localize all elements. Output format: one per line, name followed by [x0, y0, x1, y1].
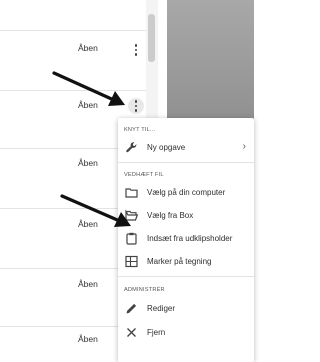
choose-box-menu-item[interactable]: Vælg fra Box [118, 206, 254, 226]
pencil-icon [125, 302, 138, 315]
status-text: Åben [78, 279, 98, 289]
paste-clipboard-label: Indsæt fra udklipsholder [147, 234, 233, 243]
status-text: Åben [78, 334, 98, 344]
row-divider [0, 90, 146, 91]
chevron-right-icon: › [242, 141, 246, 152]
close-icon [125, 326, 138, 339]
new-task-label: Ny opgave [147, 143, 186, 152]
list-row[interactable]: Åben [0, 90, 146, 114]
new-task-menu-item[interactable]: Ny opgave › [118, 138, 254, 158]
list-row[interactable]: Åben [0, 30, 146, 56]
scrollbar-thumb[interactable] [148, 14, 155, 62]
edit-menu-item[interactable]: Rediger [118, 299, 254, 319]
mark-drawing-menu-item[interactable]: Marker på tegning [118, 252, 254, 272]
folder-icon [125, 186, 138, 199]
edit-label: Rediger [147, 304, 176, 313]
section-label-attach: VEDHÆFT FIL [124, 172, 164, 178]
row-menu-button-active[interactable] [128, 98, 144, 114]
open-folder-icon [125, 209, 138, 222]
section-label-admin: ADMINISTRÉR [124, 287, 165, 293]
status-text: Åben [78, 158, 98, 168]
choose-box-label: Vælg fra Box [147, 211, 194, 220]
menu-divider [118, 162, 254, 163]
paste-clipboard-menu-item[interactable]: Indsæt fra udklipsholder [118, 229, 254, 249]
status-text: Åben [78, 43, 98, 53]
status-text: Åben [78, 100, 98, 110]
menu-divider [118, 276, 254, 277]
context-menu: KNYT TIL... Ny opgave › VEDHÆFT FIL Vælg… [118, 118, 254, 362]
mark-drawing-label: Marker på tegning [147, 257, 212, 266]
remove-label: Fjern [147, 328, 166, 337]
clipboard-icon [125, 232, 138, 245]
section-label-link: KNYT TIL... [124, 127, 156, 133]
row-menu-button[interactable] [128, 42, 144, 58]
wrench-icon [125, 141, 138, 154]
choose-computer-label: Vælg på din computer [147, 188, 226, 197]
preview-panel [167, 0, 254, 124]
row-divider [0, 30, 146, 31]
status-text: Åben [78, 219, 98, 229]
choose-computer-menu-item[interactable]: Vælg på din computer [118, 183, 254, 203]
drawing-grid-icon [125, 255, 138, 268]
remove-menu-item[interactable]: Fjern [118, 323, 254, 343]
